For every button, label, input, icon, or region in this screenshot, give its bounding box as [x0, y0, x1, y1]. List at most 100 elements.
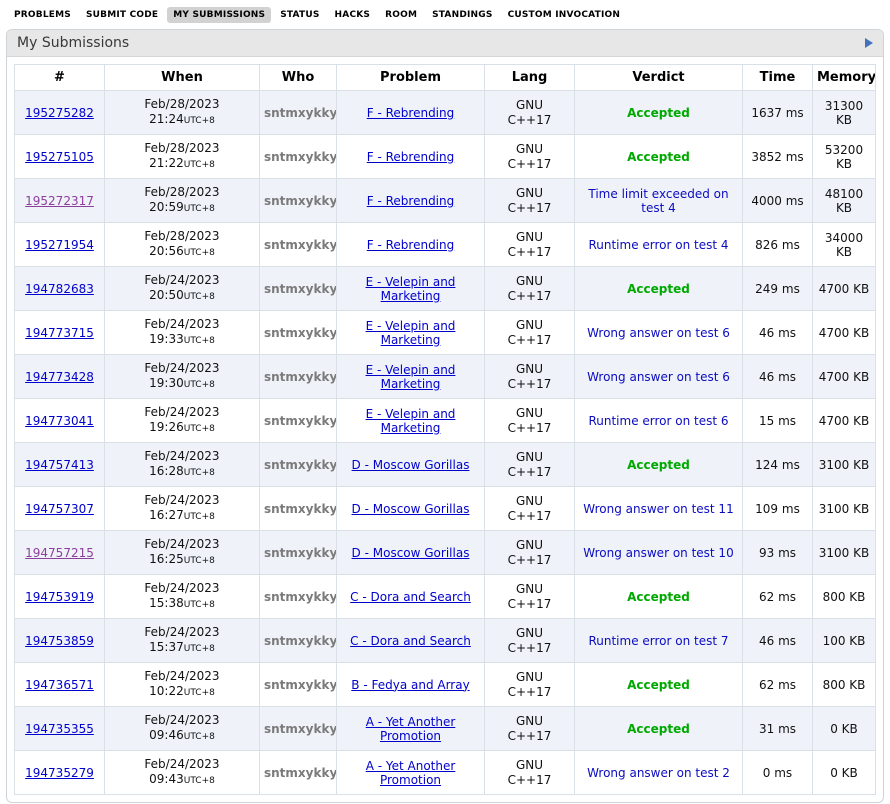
- submission-id-link[interactable]: 195275105: [25, 150, 94, 164]
- contest-nav: PROBLEMSSUBMIT CODEMY SUBMISSIONSSTATUSH…: [0, 0, 890, 27]
- problem-link[interactable]: F - Rebrending: [367, 150, 455, 164]
- submission-id-link[interactable]: 194753859: [25, 634, 94, 648]
- submission-id-link[interactable]: 194782683: [25, 282, 94, 296]
- nav-item-my-submissions[interactable]: MY SUBMISSIONS: [167, 7, 271, 23]
- problem-link[interactable]: C - Dora and Search: [350, 634, 471, 648]
- problem-link[interactable]: E - Velepin and Marketing: [366, 319, 456, 347]
- time-value: 109 ms: [743, 487, 813, 531]
- nav-item-submit-code[interactable]: SUBMIT CODE: [80, 7, 164, 23]
- nav-item-room[interactable]: ROOM: [379, 7, 423, 23]
- submission-id-link[interactable]: 195275282: [25, 106, 94, 120]
- submission-timezone: UTC+8: [184, 336, 215, 346]
- submission-timezone: UTC+8: [184, 204, 215, 214]
- lang-label: GNU C++17: [506, 714, 554, 744]
- submission-when-cell: Feb/24/2023 09:43UTC+8: [105, 751, 260, 795]
- user-handle-link[interactable]: sntmxykky: [264, 326, 337, 340]
- problem-link[interactable]: A - Yet Another Promotion: [366, 759, 456, 787]
- problem-link[interactable]: D - Moscow Gorillas: [352, 546, 470, 560]
- time-value: 46 ms: [743, 355, 813, 399]
- submission-date: Feb/24/2023: [109, 405, 255, 420]
- lang-label: GNU C++17: [506, 450, 554, 480]
- problem-link[interactable]: F - Rebrending: [367, 238, 455, 252]
- submission-id-link[interactable]: 194773428: [25, 370, 94, 384]
- submission-id-link[interactable]: 194757413: [25, 458, 94, 472]
- user-handle-link[interactable]: sntmxykky: [264, 502, 337, 516]
- problem-link[interactable]: F - Rebrending: [367, 106, 455, 120]
- verdict-label: Accepted: [627, 722, 690, 736]
- user-handle-link[interactable]: sntmxykky: [264, 370, 337, 384]
- submission-timezone: UTC+8: [184, 116, 215, 126]
- problem-link[interactable]: C - Dora and Search: [350, 590, 471, 604]
- submission-when-cell: Feb/24/2023 10:22UTC+8: [105, 663, 260, 707]
- submissions-panel: My Submissions #WhenWhoProblemLangVerdic…: [6, 29, 884, 803]
- table-row: 194757307 Feb/24/2023 16:27UTC+8 sntmxyk…: [15, 487, 876, 531]
- column-header-who: Who: [260, 65, 337, 91]
- user-handle-link[interactable]: sntmxykky: [264, 546, 337, 560]
- collapse-arrow-icon[interactable]: [865, 38, 873, 48]
- submission-date: Feb/24/2023: [109, 669, 255, 684]
- submission-when-cell: Feb/24/2023 09:46UTC+8: [105, 707, 260, 751]
- submission-id-link[interactable]: 194757215: [25, 546, 94, 560]
- submission-time: 21:22: [149, 156, 184, 170]
- submission-id-link[interactable]: 195272317: [25, 194, 94, 208]
- submission-id-link[interactable]: 194773715: [25, 326, 94, 340]
- problem-link[interactable]: E - Velepin and Marketing: [366, 407, 456, 435]
- submission-time: 20:50: [149, 288, 184, 302]
- verdict-label: Wrong answer on test 6: [587, 326, 730, 340]
- submission-id-link[interactable]: 194736571: [25, 678, 94, 692]
- nav-item-problems[interactable]: PROBLEMS: [8, 7, 77, 23]
- submission-when-cell: Feb/24/2023 20:50UTC+8: [105, 267, 260, 311]
- problem-link[interactable]: D - Moscow Gorillas: [352, 502, 470, 516]
- user-handle-link[interactable]: sntmxykky: [264, 634, 337, 648]
- submission-date: Feb/24/2023: [109, 493, 255, 508]
- submission-when-cell: Feb/24/2023 15:37UTC+8: [105, 619, 260, 663]
- time-value: 0 ms: [743, 751, 813, 795]
- user-handle-link[interactable]: sntmxykky: [264, 458, 337, 472]
- nav-item-standings[interactable]: STANDINGS: [426, 7, 498, 23]
- submission-timezone: UTC+8: [184, 644, 215, 654]
- submission-when-cell: Feb/28/2023 20:59UTC+8: [105, 179, 260, 223]
- submission-id-link[interactable]: 195271954: [25, 238, 94, 252]
- submission-id-link[interactable]: 194773041: [25, 414, 94, 428]
- verdict-label: Accepted: [627, 106, 690, 120]
- table-row: 194757215 Feb/24/2023 16:25UTC+8 sntmxyk…: [15, 531, 876, 575]
- submissions-table: #WhenWhoProblemLangVerdictTimeMemory 195…: [14, 64, 876, 795]
- user-handle-link[interactable]: sntmxykky: [264, 150, 337, 164]
- user-handle-link[interactable]: sntmxykky: [264, 194, 337, 208]
- user-handle-link[interactable]: sntmxykky: [264, 678, 337, 692]
- submission-id-link[interactable]: 194735279: [25, 766, 94, 780]
- time-value: 124 ms: [743, 443, 813, 487]
- nav-item-hacks[interactable]: HACKS: [329, 7, 377, 23]
- time-value: 4000 ms: [743, 179, 813, 223]
- lang-label: GNU C++17: [506, 406, 554, 436]
- nav-item-status[interactable]: STATUS: [274, 7, 325, 23]
- problem-link[interactable]: E - Velepin and Marketing: [366, 363, 456, 391]
- time-value: 3852 ms: [743, 135, 813, 179]
- submission-id-link[interactable]: 194757307: [25, 502, 94, 516]
- user-handle-link[interactable]: sntmxykky: [264, 106, 337, 120]
- user-handle-link[interactable]: sntmxykky: [264, 766, 337, 780]
- problem-link[interactable]: B - Fedya and Array: [351, 678, 469, 692]
- user-handle-link[interactable]: sntmxykky: [264, 590, 337, 604]
- verdict-label: Accepted: [627, 678, 690, 692]
- submission-id-link[interactable]: 194735355: [25, 722, 94, 736]
- user-handle-link[interactable]: sntmxykky: [264, 282, 337, 296]
- verdict-label: Accepted: [627, 150, 690, 164]
- memory-value: 34000 KB: [813, 223, 876, 267]
- problem-link[interactable]: F - Rebrending: [367, 194, 455, 208]
- lang-label: GNU C++17: [506, 758, 554, 788]
- problem-link[interactable]: E - Velepin and Marketing: [366, 275, 456, 303]
- user-handle-link[interactable]: sntmxykky: [264, 414, 337, 428]
- user-handle-link[interactable]: sntmxykky: [264, 722, 337, 736]
- submission-date: Feb/24/2023: [109, 537, 255, 552]
- table-row: 195275282 Feb/28/2023 21:24UTC+8 sntmxyk…: [15, 91, 876, 135]
- nav-item-custom-invocation[interactable]: CUSTOM INVOCATION: [502, 7, 627, 23]
- user-handle-link[interactable]: sntmxykky: [264, 238, 337, 252]
- lang-label: GNU C++17: [506, 670, 554, 700]
- submission-date: Feb/24/2023: [109, 757, 255, 772]
- problem-link[interactable]: A - Yet Another Promotion: [366, 715, 456, 743]
- submission-id-link[interactable]: 194753919: [25, 590, 94, 604]
- problem-link[interactable]: D - Moscow Gorillas: [352, 458, 470, 472]
- submission-time: 19:33: [149, 332, 184, 346]
- submission-time: 20:56: [149, 244, 184, 258]
